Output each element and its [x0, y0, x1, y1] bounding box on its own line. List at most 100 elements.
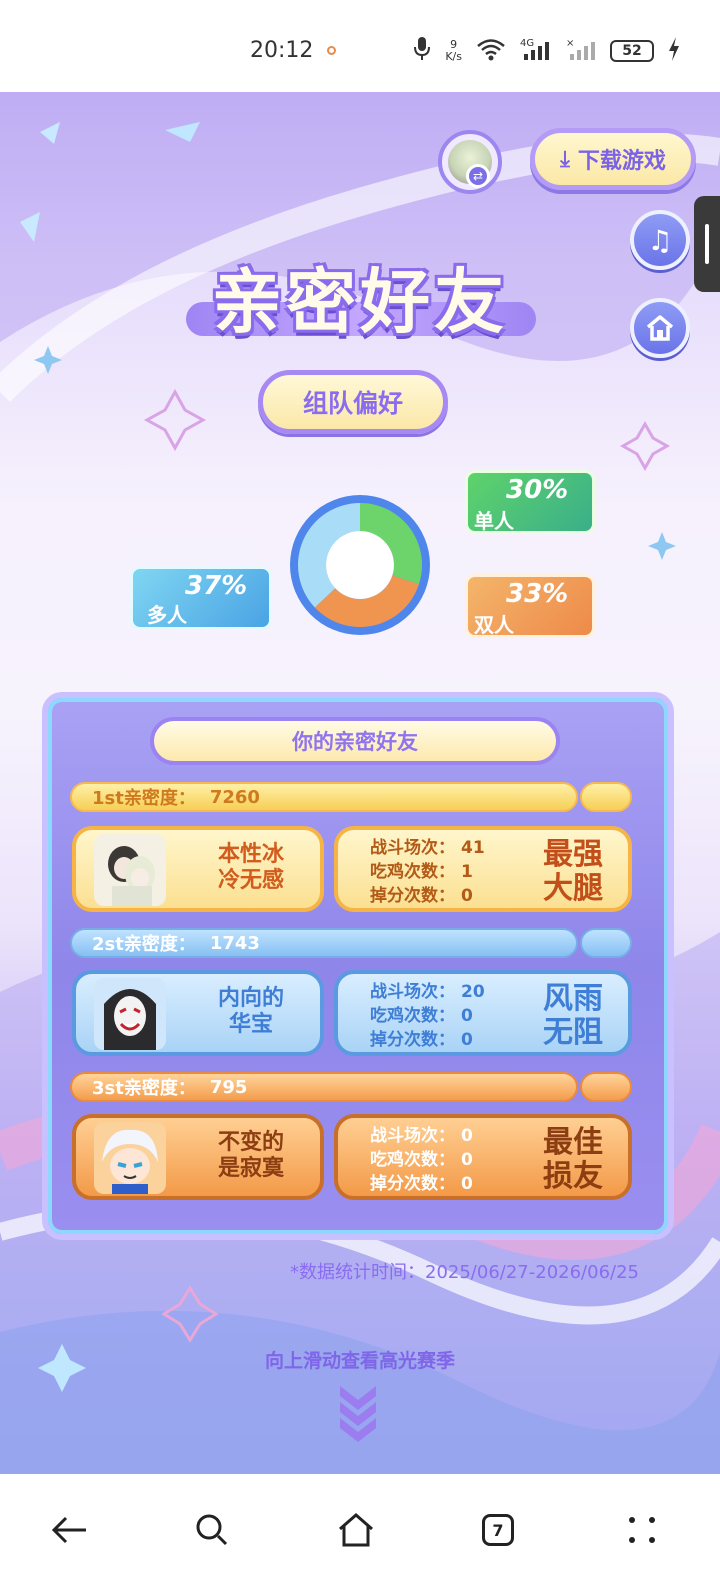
chevron-down-icon[interactable] [336, 1382, 380, 1442]
more-dots-icon [629, 1517, 655, 1543]
wifi-icon [476, 37, 506, 65]
friend-name: 本性冰 冷无感 [196, 842, 306, 894]
chicken-value: 0 [461, 1006, 473, 1026]
multi-percent: 37% [185, 571, 248, 601]
multi-player-bubble: 37% 多人 [130, 566, 272, 630]
battles-label: 战斗场次： [370, 982, 455, 1002]
tabs-button[interactable]: 7 [468, 1500, 528, 1560]
svg-text:4G: 4G [520, 38, 534, 49]
home-button[interactable] [630, 298, 690, 358]
chicken-label: 吃鸡次数： [370, 1150, 455, 1170]
friend-name: 内向的 华宝 [196, 986, 306, 1038]
stats-lines: 战斗场次： 41 吃鸡次数： 1 掉分次数： 0 [370, 836, 485, 908]
friend-badge: 最佳 损友 [542, 1126, 604, 1194]
single-label: 单人 [474, 509, 514, 533]
duo-percent: 33% [506, 579, 569, 609]
search-button[interactable] [182, 1500, 242, 1560]
friend-name-line2: 是寂寞 [217, 1156, 284, 1181]
battles-value: 0 [461, 1126, 473, 1146]
single-player-bubble: 30% 单人 [465, 470, 595, 534]
net-speed-unit: K/s [445, 50, 462, 63]
friend-badge: 风雨 无阻 [542, 982, 604, 1050]
chicken-value: 0 [461, 1150, 473, 1170]
net-speed: 9 K/s [445, 39, 462, 63]
chicken-label: 吃鸡次数： [370, 1006, 455, 1026]
intimacy-value: 1743 [209, 932, 260, 954]
battles-label: 战斗场次： [370, 838, 455, 858]
menu-button[interactable] [612, 1500, 672, 1560]
drops-label: 掉分次数： [370, 1030, 455, 1050]
badge-line1: 风雨 [543, 981, 603, 1016]
duo-bubble: 33% 双人 [465, 574, 595, 638]
download-icon: ⤓ [560, 146, 570, 172]
rank-label: 3st亲密度： [92, 1078, 196, 1099]
badge-line2: 损友 [543, 1159, 603, 1194]
rank-bar-cap [580, 1072, 632, 1102]
status-bar: 20:12 9 K/s 4G × 52 [0, 0, 720, 92]
drops-value: 0 [461, 1174, 473, 1194]
drops-label: 掉分次数： [370, 1174, 455, 1194]
download-game-button[interactable]: ⤓ 下载游戏 [530, 128, 696, 190]
team-preference-donut-chart [290, 495, 430, 635]
signal-no-service-icon: × [566, 36, 596, 66]
stats-lines: 战斗场次： 20 吃鸡次数： 0 掉分次数： 0 [370, 980, 485, 1052]
rank-bar-3: 3st亲密度： 795 [70, 1072, 578, 1102]
stats-lines: 战斗场次： 0 吃鸡次数： 0 掉分次数： 0 [370, 1124, 473, 1196]
side-drawer-handle[interactable] [694, 196, 720, 292]
drops-label: 掉分次数： [370, 886, 455, 906]
friend-stats-card-1: 战斗场次： 41 吃鸡次数： 1 掉分次数： 0 最强 大腿 [334, 826, 632, 912]
status-icons: 9 K/s 4G × 52 [413, 36, 680, 66]
intimacy-value: 795 [209, 1076, 248, 1098]
back-button[interactable] [40, 1500, 100, 1560]
donut-hole [326, 531, 394, 599]
scroll-up-hint[interactable]: 向上滑动查看高光赛季 [0, 1346, 720, 1373]
badge-line1: 最佳 [543, 1125, 603, 1160]
microphone-icon [413, 36, 431, 66]
friend-avatar [94, 978, 166, 1050]
home-icon [646, 315, 674, 341]
friend-badge: 最强 大腿 [542, 838, 604, 906]
badge-line2: 大腿 [543, 871, 603, 906]
drops-value: 0 [461, 1030, 473, 1050]
friend-name-line2: 华宝 [228, 1012, 273, 1037]
browser-nav-bar: 7 [0, 1474, 720, 1584]
friend-name-line1: 内向的 [217, 986, 284, 1011]
page-title-banner: 亲密好友 [180, 242, 540, 362]
rank-bar-2: 2st亲密度： 1743 [70, 928, 578, 958]
friend-card-2[interactable]: 内向的 华宝 [72, 970, 324, 1056]
page-title: 亲密好友 [212, 261, 508, 343]
badge-line1: 最强 [543, 837, 603, 872]
friend-name-line2: 冷无感 [217, 868, 284, 893]
stats-period-note: *数据统计时间：2025/06/27-2026/06/25 [290, 1262, 639, 1283]
chicken-label: 吃鸡次数： [370, 862, 455, 882]
duo-label: 双人 [474, 613, 514, 637]
badge-line2: 无阻 [543, 1015, 603, 1050]
rank-label: 1st亲密度： [92, 788, 196, 809]
home-nav-button[interactable] [326, 1500, 386, 1560]
friend-avatar [94, 834, 166, 906]
battles-label: 战斗场次： [370, 1126, 455, 1146]
search-icon [196, 1514, 228, 1546]
music-icon: ♫ [647, 223, 673, 257]
friend-avatar [94, 1122, 166, 1194]
friend-card-1[interactable]: 本性冰 冷无感 [72, 826, 324, 912]
friend-stats-card-2: 战斗场次： 20 吃鸡次数： 0 掉分次数： 0 风雨 无阻 [334, 970, 632, 1056]
back-arrow-icon [51, 1516, 86, 1544]
friend-stats-card-3: 战斗场次： 0 吃鸡次数： 0 掉分次数： 0 最佳 损友 [334, 1114, 632, 1200]
game-webview: ⇄ ⤓ 下载游戏 ♫ 亲密好友 组队偏好 30% 单人 33% 双人 37% 多… [0, 92, 720, 1474]
rank-label: 2st亲密度： [92, 934, 196, 955]
friend-name-line1: 本性冰 [217, 842, 284, 867]
rank-bar-cap [580, 782, 632, 812]
intimate-friends-title: 你的亲密好友 [150, 717, 560, 765]
svg-text:×: × [566, 38, 574, 49]
drops-value: 0 [461, 886, 473, 906]
friend-name-line1: 不变的 [217, 1130, 284, 1155]
signal-4g-icon: 4G [520, 36, 552, 66]
status-time: 20:12 [250, 38, 314, 63]
rank-bar-cap [580, 928, 632, 958]
friend-card-3[interactable]: 不变的 是寂寞 [72, 1114, 324, 1200]
battles-value: 41 [461, 838, 485, 858]
music-toggle-button[interactable]: ♫ [630, 210, 690, 270]
intimacy-value: 7260 [209, 786, 260, 808]
switch-account-icon[interactable]: ⇄ [466, 164, 490, 188]
